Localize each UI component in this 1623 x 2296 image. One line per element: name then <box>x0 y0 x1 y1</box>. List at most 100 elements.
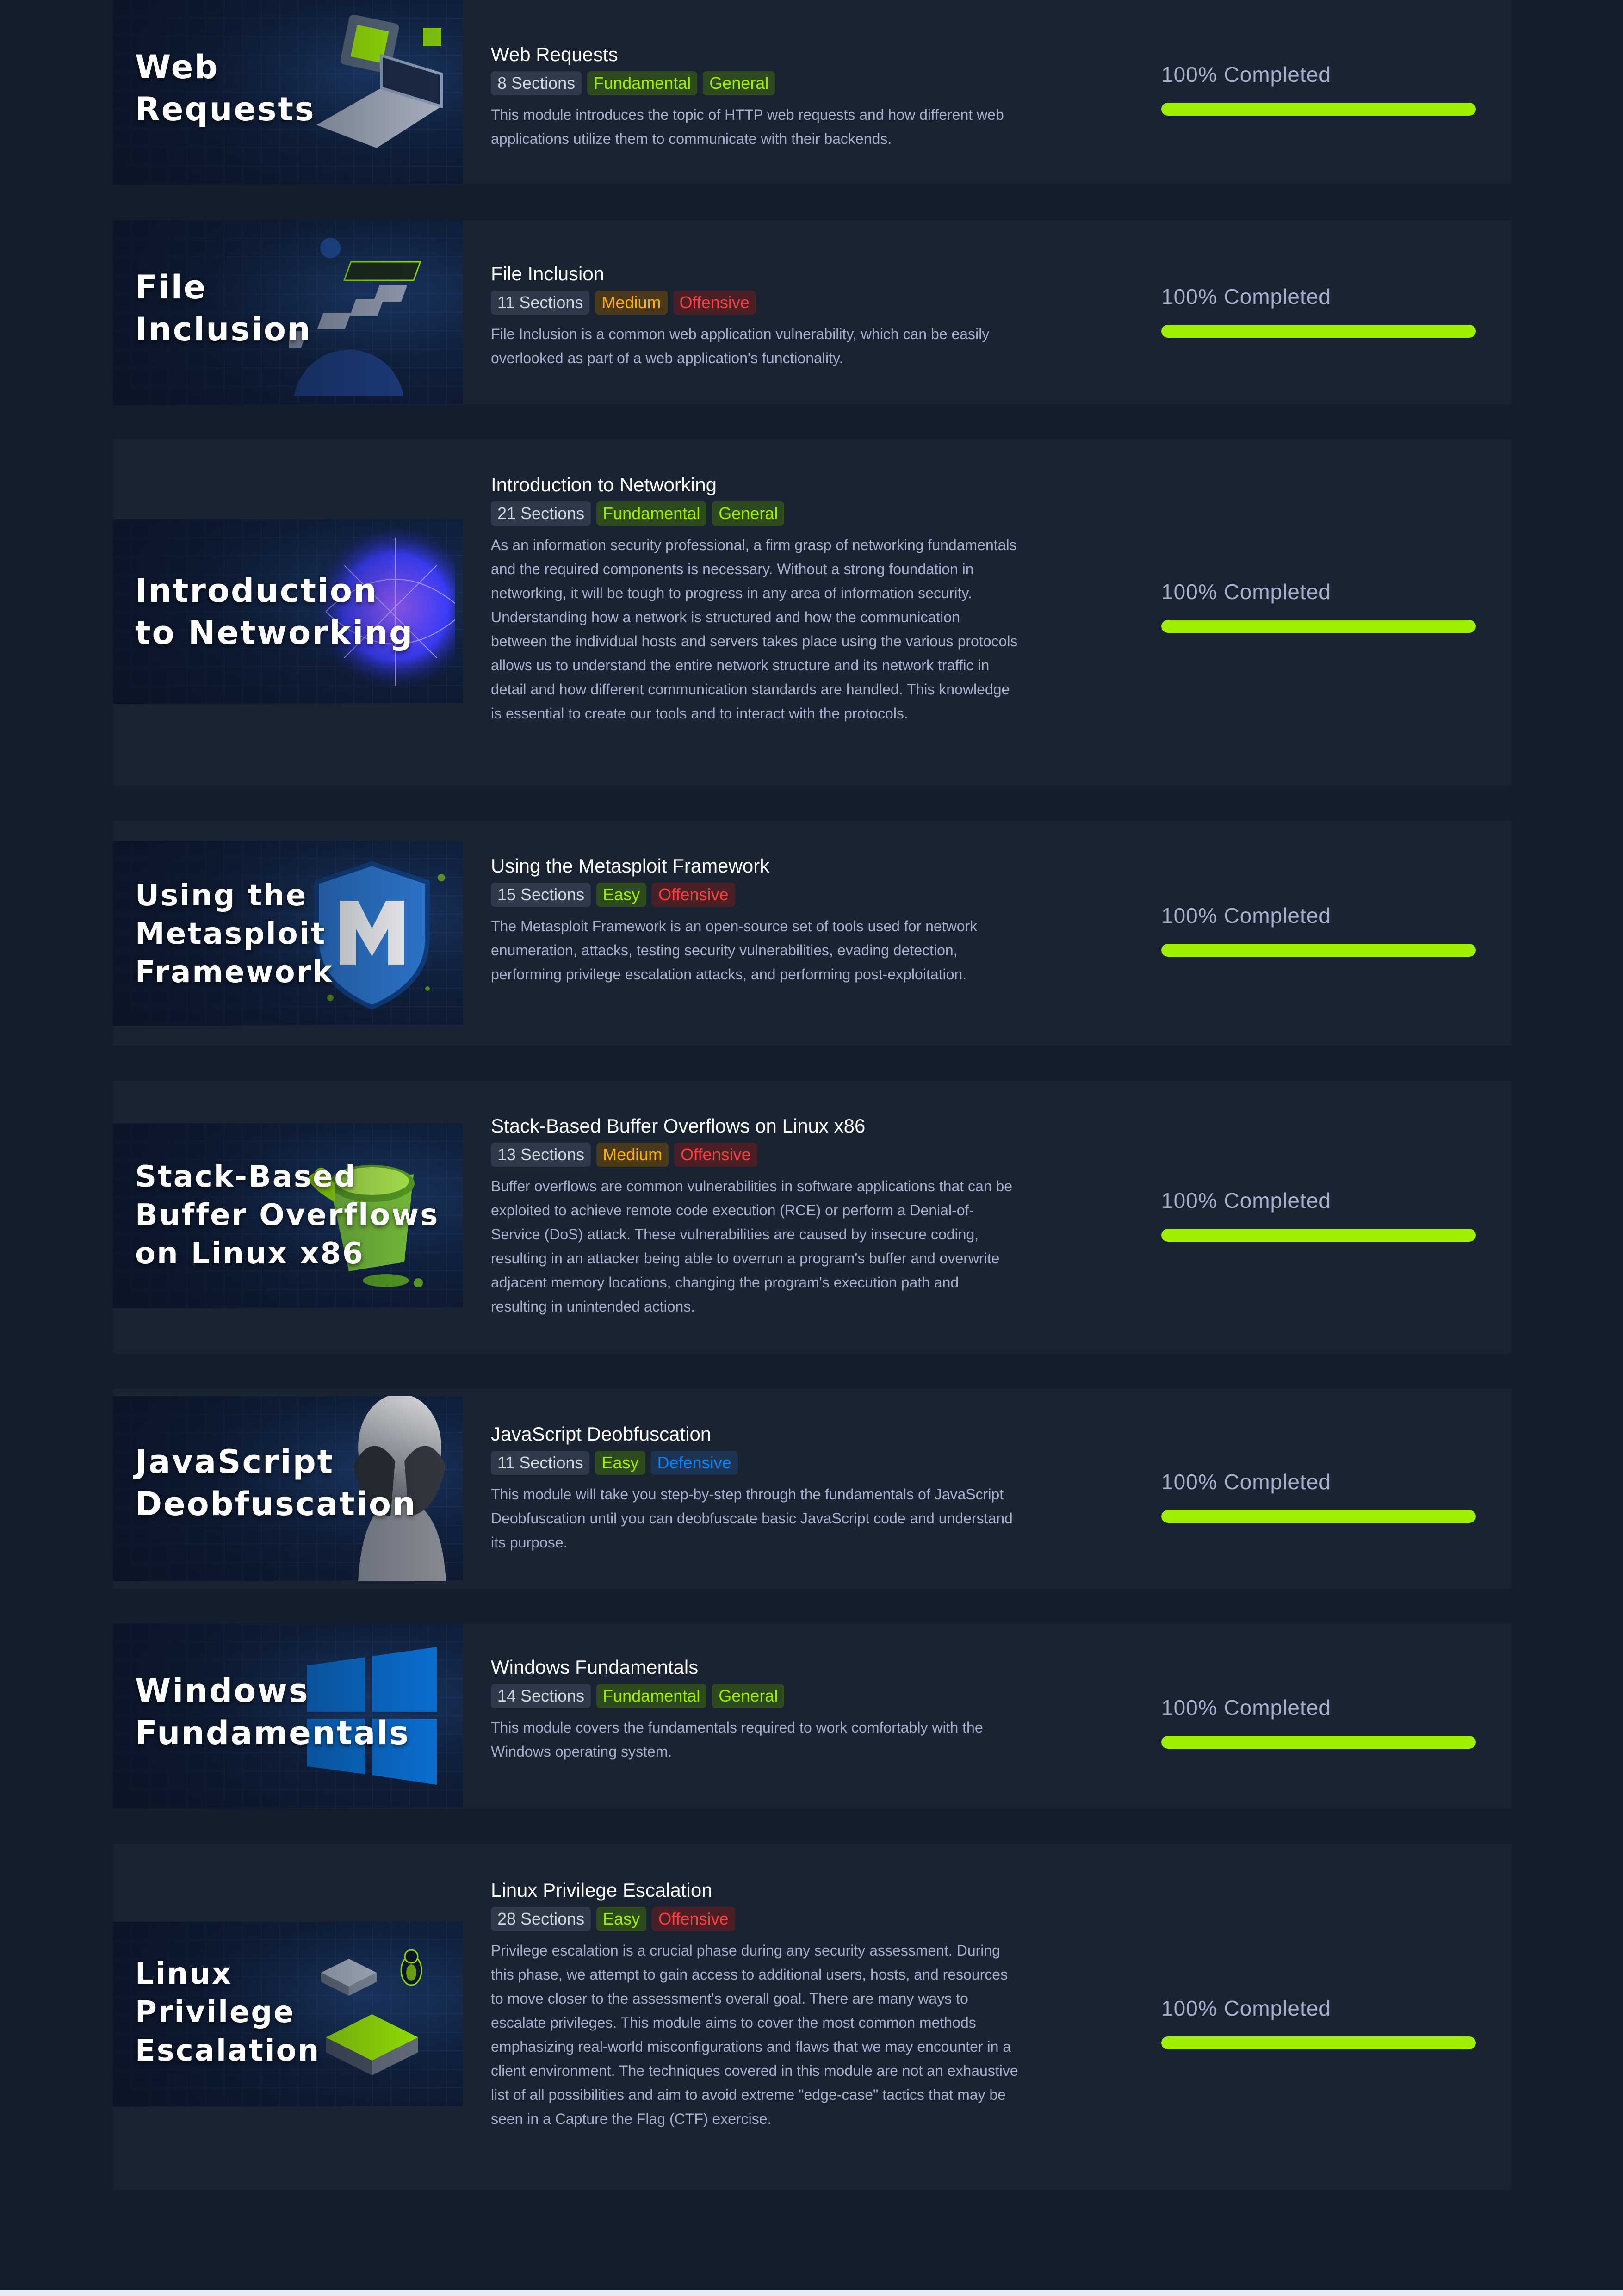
module-description: Privilege escalation is a crucial phase … <box>491 1942 1018 2127</box>
module-info: Using the Metasploit Framework 15 Section… <box>491 853 1046 986</box>
module-progress: 100% Completed <box>1161 62 1476 116</box>
progress-label: 100% Completed <box>1161 62 1331 87</box>
module-card[interactable]: Stack-Based Buffer Overflows on Linux x86 S… <box>113 1081 1512 1354</box>
module-title[interactable]: Linux Privilege Escalation <box>491 1877 1046 1903</box>
module-thumbnail[interactable]: Linux Privilege Escalation <box>113 1922 463 2107</box>
module-title[interactable]: Using the Metasploit Framework <box>491 853 1046 879</box>
module-description: This module introduces the topic of HTTP… <box>491 106 1004 147</box>
thumbnail-title-line: Requests <box>135 90 316 128</box>
module-thumbnail[interactable]: Introduction to Networking <box>113 519 463 704</box>
module-card[interactable]: Using the Metasploit Framework Using the Me… <box>113 821 1512 1046</box>
module-thumbnail[interactable]: Using the Metasploit Framework <box>113 841 463 1026</box>
general-badge: General <box>703 71 775 95</box>
module-tags: 21 Sections Fundamental General <box>491 501 1046 526</box>
module-thumbnail[interactable]: Web Requests <box>113 0 463 185</box>
progress-bar-fill <box>1161 1229 1476 1242</box>
progress-label: 100% Completed <box>1161 580 1331 604</box>
fundamental-badge: Fundamental <box>596 501 707 526</box>
module-card[interactable]: JavaScript Deobfuscation JavaScript Deobfu… <box>113 1389 1512 1589</box>
general-badge: General <box>712 1684 785 1708</box>
module-tags: 14 Sections Fundamental General <box>491 1684 1046 1708</box>
sections-badge: 13 Sections <box>491 1143 591 1167</box>
progress-label: 100% Completed <box>1161 1470 1331 1494</box>
module-info: Web Requests 8 Sections Fundamental General… <box>491 42 1046 151</box>
thumbnail-title: JavaScript Deobfuscation <box>135 1441 417 1525</box>
general-badge: General <box>712 501 785 526</box>
module-description: This module covers the fundamentals requ… <box>491 1719 983 1760</box>
thumbnail-title-line: on Linux x86 <box>135 1237 365 1271</box>
sections-badge: 8 Sections <box>491 71 582 95</box>
fundamental-badge: Fundamental <box>587 71 698 95</box>
module-tags: 8 Sections Fundamental General <box>491 71 1046 95</box>
thumbnail-title: Stack-Based Buffer Overflows on Linux x86 <box>135 1158 439 1274</box>
thumbnail-title-line: Buffer Overflows <box>135 1198 440 1233</box>
thumbnail-title-line: Fundamentals <box>135 1714 410 1752</box>
progress-label: 100% Completed <box>1161 1188 1331 1213</box>
thumbnail-title-line: Stack-Based <box>135 1160 357 1194</box>
thumbnail-title-line: Using the <box>135 879 308 913</box>
module-tags: 11 Sections Medium Offensive <box>491 291 1046 315</box>
thumbnail-title: Windows Fundamentals <box>135 1670 410 1754</box>
sections-badge: 11 Sections <box>491 291 590 315</box>
module-card[interactable]: Introduction to Networking Introduction to… <box>113 439 1512 786</box>
module-title[interactable]: Windows Fundamentals <box>491 1654 1046 1680</box>
progress-bar-fill <box>1161 103 1476 116</box>
module-progress: 100% Completed <box>1161 1188 1476 1242</box>
progress-bar <box>1161 1229 1476 1242</box>
thumbnail-title-line: to Networking <box>135 614 414 652</box>
thumbnail-title: Introduction to Networking <box>135 570 414 654</box>
offensive-badge: Offensive <box>652 883 735 907</box>
medium-badge: Medium <box>596 1143 669 1167</box>
sections-badge: 11 Sections <box>491 1451 590 1475</box>
module-card[interactable]: Windows Fundamentals Windows Fundamentals 1… <box>113 1624 1512 1809</box>
module-thumbnail[interactable]: Windows Fundamentals <box>113 1624 463 1809</box>
module-card[interactable]: Web Requests Web Requests 8 Sections Fundame… <box>113 0 1512 185</box>
thumbnail-title-line: Framework <box>135 955 334 990</box>
module-thumbnail[interactable]: JavaScript Deobfuscation <box>113 1396 463 1581</box>
module-info: Windows Fundamentals 14 Sections Fundament… <box>491 1654 1046 1764</box>
module-info: Introduction to Networking 21 Sections Fun… <box>491 472 1046 725</box>
module-thumbnail[interactable]: Stack-Based Buffer Overflows on Linux x86 <box>113 1123 463 1308</box>
thumbnail-title: Using the Metasploit Framework <box>135 877 334 992</box>
easy-badge: Easy <box>596 883 647 907</box>
sections-badge: 28 Sections <box>491 1907 591 1931</box>
module-progress: 100% Completed <box>1161 579 1476 633</box>
module-progress: 100% Completed <box>1161 903 1476 957</box>
module-tags: 15 Sections Easy Offensive <box>491 883 1046 907</box>
progress-bar-fill <box>1161 325 1476 338</box>
module-title[interactable]: Stack-Based Buffer Overflows on Linux x8… <box>491 1113 1046 1139</box>
offensive-badge: Offensive <box>674 1143 757 1167</box>
thumbnail-title-line: Linux <box>135 1957 233 1991</box>
module-title[interactable]: Introduction to Networking <box>491 472 1046 498</box>
progress-bar-fill <box>1161 1510 1476 1523</box>
module-thumbnail[interactable]: File Inclusion <box>113 220 463 405</box>
thumbnail-title-line: Deobfuscation <box>135 1485 417 1523</box>
easy-badge: Easy <box>595 1451 645 1475</box>
progress-bar <box>1161 103 1476 116</box>
module-card[interactable]: Linux Privilege Escalation Linux Privilege … <box>113 1844 1512 2190</box>
progress-bar-fill <box>1161 1736 1476 1749</box>
thumbnail-title-line: JavaScript <box>135 1443 335 1481</box>
module-tags: 13 Sections Medium Offensive <box>491 1143 1046 1167</box>
module-description: Buffer overflows are common vulnerabilit… <box>491 1178 1013 1315</box>
thumbnail-title-line: Escalation <box>135 2034 321 2068</box>
module-card[interactable]: File Inclusion File Inclusion 11 Sections Me… <box>113 220 1512 405</box>
progress-bar-fill <box>1161 620 1476 633</box>
thumbnail-title: Web Requests <box>135 46 316 130</box>
module-title[interactable]: Web Requests <box>491 42 1046 68</box>
module-info: Stack-Based Buffer Overflows on Linux x8… <box>491 1113 1046 1318</box>
module-info: File Inclusion 11 Sections Medium Offensive… <box>491 261 1046 370</box>
progress-label: 100% Completed <box>1161 1996 1331 2020</box>
offensive-badge: Offensive <box>673 291 756 315</box>
module-info: JavaScript Deobfuscation 11 Sections Easy D… <box>491 1421 1046 1554</box>
module-progress: 100% Completed <box>1161 1996 1476 2049</box>
progress-bar <box>1161 1736 1476 1749</box>
progress-bar <box>1161 620 1476 633</box>
easy-badge: Easy <box>596 1907 647 1931</box>
sections-badge: 15 Sections <box>491 883 591 907</box>
module-title[interactable]: JavaScript Deobfuscation <box>491 1421 1046 1447</box>
module-title[interactable]: File Inclusion <box>491 261 1046 287</box>
module-tags: 28 Sections Easy Offensive <box>491 1907 1046 1931</box>
thumbnail-title-line: Privilege <box>135 1995 295 2030</box>
progress-bar <box>1161 2036 1476 2049</box>
